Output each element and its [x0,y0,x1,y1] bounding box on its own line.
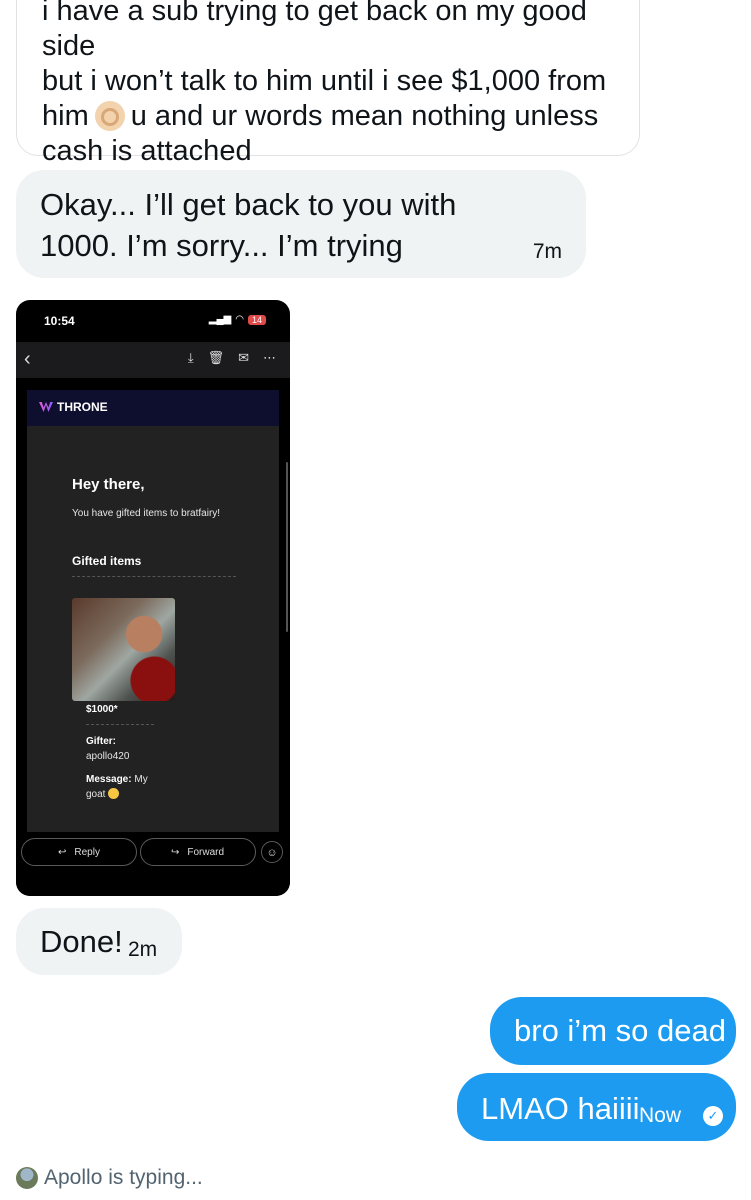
reply-bar: ↩ Reply ↪ Forward ☺ [16,832,290,896]
wifi-icon: ◠ [235,314,244,325]
incoming-message-bubble[interactable]: Done! 2m [16,908,182,975]
ok-hand-emoji-icon [94,101,125,131]
battery-icon: 14 [247,314,266,325]
read-receipt-icon: ✓ [703,1106,723,1126]
brand-name: THRONE [57,400,108,414]
message-text: bro i’m so dead [514,1013,726,1048]
scrollbar [286,462,288,632]
more-icon: ⋯ [263,350,276,365]
archive-icon: ⤓ [187,350,194,365]
trash-icon: 🗑 [207,350,225,365]
typing-indicator: Apollo is typing... [16,1166,203,1190]
forward-icon: ↪ [171,846,180,858]
mail-icon: ✉ [238,350,249,365]
email-screenshot-image[interactable]: 10:54 ▂▄▆ ◠ 14 ‹ ⤓ 🗑 ✉ ⋯ THRONE Hey ther… [16,300,290,896]
gift-price: $1000* [86,704,118,715]
throne-logo-icon [39,402,53,412]
back-icon: ‹ [24,348,31,370]
message-text: LMAO haiiii [481,1091,640,1126]
message-text: Done! [40,924,123,959]
gifter-label: Gifter: [86,736,116,747]
message-time: 2m [128,938,158,961]
message-time: Now [639,1104,682,1127]
quoted-message-text: i have a sub trying to get back on my go… [42,0,607,167]
email-toolbar: ‹ ⤓ 🗑 ✉ ⋯ [16,342,290,378]
gift-message: You have gifted items to bratfairy! [72,508,221,519]
gifter-value: apollo420 [86,751,130,762]
incoming-message-bubble[interactable]: Okay... I’ll get back to you with 1000. … [16,170,586,278]
greeting: Hey there, [72,476,145,493]
gift-note: Message: My goat [86,774,148,800]
message-time: 7m [532,240,562,263]
divider [72,576,236,577]
status-time: 10:54 [44,314,75,328]
outgoing-message-bubble[interactable]: LMAO haiiii Now ✓ [457,1073,736,1141]
gift-image [72,598,175,701]
reply-icon: ↩ [58,846,67,858]
message-text: Okay... I’ll get back to you with 1000. … [40,187,457,263]
forward-button: ↪ Forward [140,838,256,866]
email-header: THRONE [27,390,279,426]
divider [86,724,154,725]
avatar [16,1167,38,1189]
reply-button: ↩ Reply [21,838,137,866]
smile-emoji-icon [108,788,120,799]
email-body: Hey there, You have gifted items to brat… [27,426,279,832]
status-icons: ▂▄▆ ◠ 14 [209,314,266,325]
typing-text: Apollo is typing... [44,1166,203,1189]
outgoing-message-bubble[interactable]: bro i’m so dead [490,997,736,1065]
emoji-react-icon: ☺ [261,841,283,863]
gifted-items-title: Gifted items [72,554,142,568]
signal-icon: ▂▄▆ [208,314,232,325]
